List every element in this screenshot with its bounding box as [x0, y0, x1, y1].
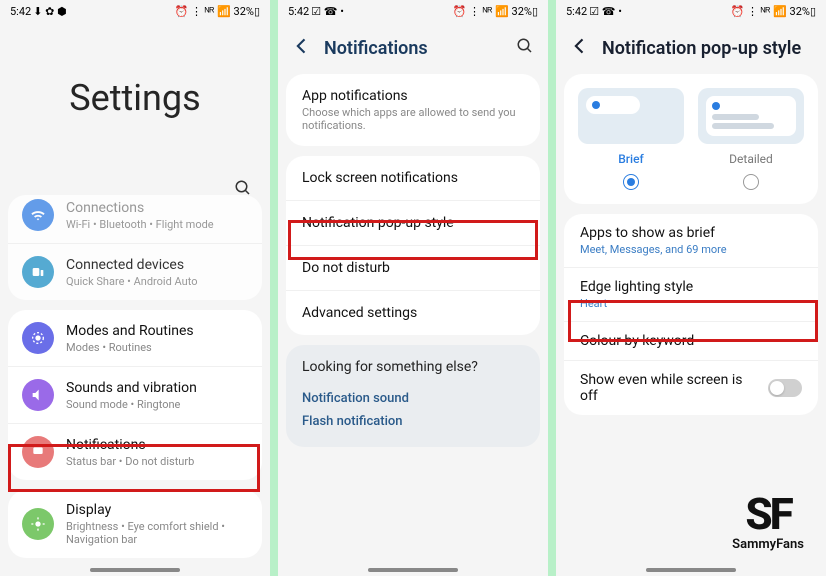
status-time: 5:42 — [288, 5, 309, 18]
settings-item-lock-screen[interactable]: Lock screen notifications — [286, 156, 540, 201]
brief-preview — [578, 88, 684, 144]
status-right-icons: ⏰ ⋮ ᴺᴿ 📶 32%▯ — [175, 5, 260, 18]
settings-group-2: Modes and Routines Modes • Routines Soun… — [8, 310, 262, 480]
item-title: Display — [66, 502, 248, 518]
nav-bar[interactable] — [368, 568, 458, 572]
item-title: Sounds and vibration — [66, 380, 248, 396]
item-title: Connections — [66, 200, 248, 216]
status-bar: 5:42 ☑ ☎ • ⏰ ⋮ ᴺᴿ 📶 32%▯ — [556, 0, 826, 22]
radio-brief[interactable] — [623, 174, 639, 190]
item-title: App notifications — [302, 88, 524, 104]
item-subtitle: Quick Share • Android Auto — [66, 275, 248, 288]
nav-bar[interactable] — [646, 568, 736, 572]
back-icon[interactable] — [292, 36, 312, 60]
settings-item-app-notifications[interactable]: App notifications Choose which apps are … — [286, 74, 540, 146]
settings-item-show-screen-off[interactable]: Show even while screen is off — [564, 361, 818, 415]
item-title: Advanced settings — [302, 305, 417, 321]
logo-subtext: SammyFans — [732, 537, 804, 552]
settings-item-connected-devices[interactable]: Connected devices Quick Share • Android … — [8, 244, 262, 300]
header: Notification pop-up style — [556, 22, 826, 74]
item-subtitle: Status bar • Do not disturb — [66, 455, 248, 468]
settings-item-connections[interactable]: Connections Wi-Fi • Bluetooth • Flight m… — [8, 195, 262, 244]
item-subtitle: Heart — [580, 297, 802, 310]
item-title: Notification pop-up style — [302, 215, 454, 231]
link-flash-notification[interactable]: Flash notification — [302, 410, 524, 433]
settings-item-popup-style[interactable]: Notification pop-up style — [286, 201, 540, 246]
status-time: 5:42 — [566, 5, 587, 18]
status-left-icons: ☑ ☎ • — [589, 5, 622, 18]
settings-item-sounds[interactable]: Sounds and vibration Sound mode • Ringto… — [8, 367, 262, 424]
radio-detailed[interactable] — [743, 174, 759, 190]
logo-text: SF — [732, 495, 804, 535]
modes-icon — [22, 322, 54, 354]
watermark: SF SammyFans — [732, 495, 804, 552]
status-left-icons: ⬇ ✿ ⬢ — [33, 5, 67, 18]
looking-group: Looking for something else? Notification… — [286, 345, 540, 447]
item-title: Colour by keyword — [580, 333, 694, 349]
style-option-detailed[interactable]: Detailed — [698, 88, 804, 190]
detailed-preview — [698, 88, 804, 144]
looking-title: Looking for something else? — [302, 359, 524, 375]
item-title: Connected devices — [66, 257, 248, 273]
settings-item-colour-keyword[interactable]: Colour by keyword — [564, 322, 818, 361]
settings-group-1: Connections Wi-Fi • Bluetooth • Flight m… — [8, 195, 262, 300]
item-title: Edge lighting style — [580, 279, 802, 295]
item-title: Lock screen notifications — [302, 170, 458, 186]
item-title: Notifications — [66, 437, 248, 453]
display-icon — [22, 508, 54, 540]
app-notifications-group: App notifications Choose which apps are … — [286, 74, 540, 146]
back-icon[interactable] — [570, 36, 590, 60]
phone-settings: 5:42 ⬇ ✿ ⬢ ⏰ ⋮ ᴺᴿ 📶 32%▯ Settings Connec… — [0, 0, 270, 576]
phone-notifications: 5:42 ☑ ☎ • ⏰ ⋮ ᴺᴿ 📶 32%▯ Notifications A… — [278, 0, 548, 576]
settings-item-display[interactable]: Display Brightness • Eye comfort shield … — [8, 490, 262, 558]
link-notification-sound[interactable]: Notification sound — [302, 387, 524, 410]
item-title: Apps to show as brief — [580, 225, 802, 241]
status-right-icons: ⏰ ⋮ ᴺᴿ 📶 32%▯ — [731, 5, 816, 18]
item-subtitle: Meet, Messages, and 69 more — [580, 243, 802, 256]
settings-item-advanced[interactable]: Advanced settings — [286, 291, 540, 335]
settings-item-edge-lighting[interactable]: Edge lighting style Heart — [564, 268, 818, 322]
item-subtitle: Sound mode • Ringtone — [66, 398, 248, 411]
popup-settings-group: Apps to show as brief Meet, Messages, an… — [564, 214, 818, 415]
settings-group-3: Display Brightness • Eye comfort shield … — [8, 490, 262, 558]
style-label: Detailed — [729, 152, 773, 166]
item-title: Show even while screen is off — [580, 372, 756, 404]
status-left-icons: ☑ ☎ • — [311, 5, 344, 18]
settings-item-dnd[interactable]: Do not disturb — [286, 246, 540, 291]
settings-item-apps-brief[interactable]: Apps to show as brief Meet, Messages, an… — [564, 214, 818, 268]
item-subtitle: Modes • Routines — [66, 341, 248, 354]
devices-icon — [22, 256, 54, 288]
page-title: Settings — [0, 22, 270, 179]
phone-popup-style: 5:42 ☑ ☎ • ⏰ ⋮ ᴺᴿ 📶 32%▯ Notification po… — [556, 0, 826, 576]
status-bar: 5:42 ☑ ☎ • ⏰ ⋮ ᴺᴿ 📶 32%▯ — [278, 0, 548, 22]
toggle-screen-off[interactable] — [768, 379, 802, 397]
page-title: Notifications — [324, 38, 504, 59]
header: Notifications — [278, 22, 548, 74]
settings-item-modes[interactable]: Modes and Routines Modes • Routines — [8, 310, 262, 367]
search-icon[interactable] — [516, 37, 534, 59]
status-time: 5:42 — [10, 5, 31, 18]
style-label: Brief — [618, 152, 644, 166]
sound-icon — [22, 379, 54, 411]
item-title: Do not disturb — [302, 260, 390, 276]
page-title: Notification pop-up style — [602, 38, 812, 59]
status-right-icons: ⏰ ⋮ ᴺᴿ 📶 32%▯ — [453, 5, 538, 18]
notifications-icon — [22, 436, 54, 468]
nav-bar[interactable] — [90, 568, 180, 572]
settings-item-notifications[interactable]: Notifications Status bar • Do not distur… — [8, 424, 262, 480]
notifications-options-group: Lock screen notifications Notification p… — [286, 156, 540, 335]
item-subtitle: Choose which apps are allowed to send yo… — [302, 106, 524, 132]
wifi-icon — [22, 199, 54, 231]
style-option-brief[interactable]: Brief — [578, 88, 684, 190]
item-subtitle: Brightness • Eye comfort shield • Naviga… — [66, 520, 248, 546]
status-bar: 5:42 ⬇ ✿ ⬢ ⏰ ⋮ ᴺᴿ 📶 32%▯ — [0, 0, 270, 22]
style-picker: Brief Detailed — [564, 74, 818, 204]
item-subtitle: Wi-Fi • Bluetooth • Flight mode — [66, 218, 248, 231]
item-title: Modes and Routines — [66, 323, 248, 339]
